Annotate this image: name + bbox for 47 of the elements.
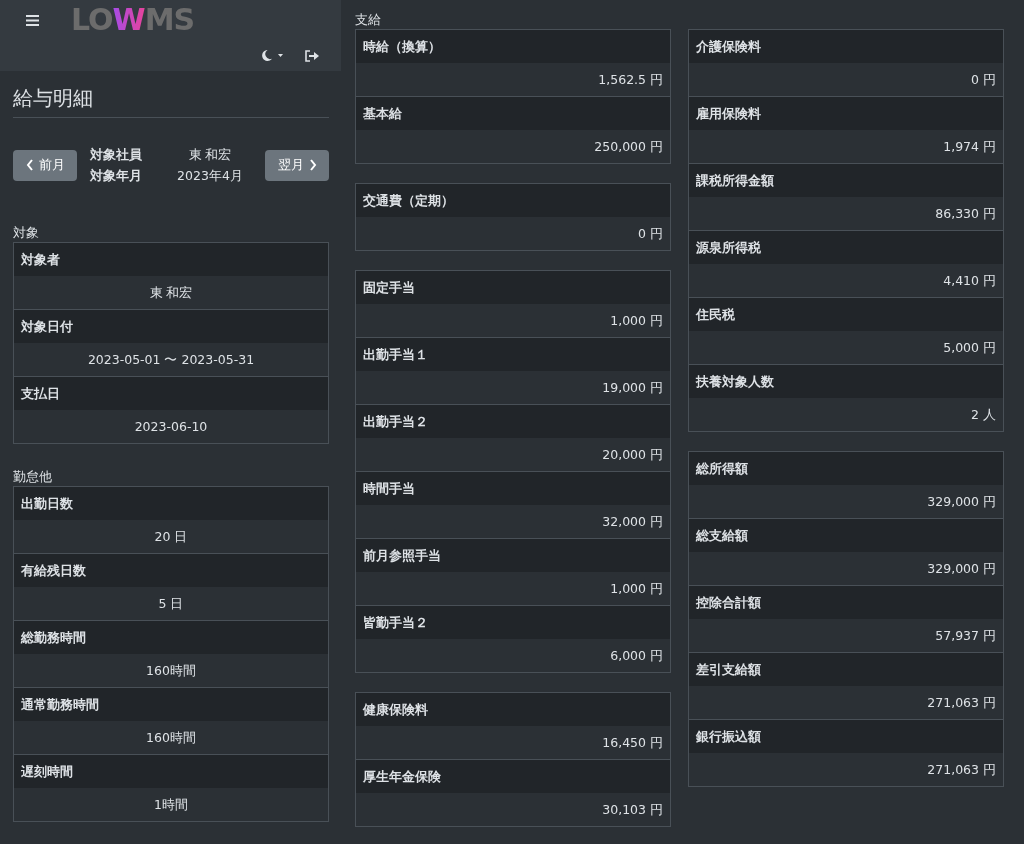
item-label: 時給（換算）	[356, 30, 670, 63]
item-label: 対象日付	[14, 310, 328, 343]
item-label: 健康保険料	[356, 693, 670, 726]
item-label: 総支給額	[689, 519, 1003, 552]
meta-label: 対象年月	[90, 167, 143, 185]
item-label: 出勤日数	[14, 487, 328, 520]
item-label: 雇用保険料	[689, 97, 1003, 130]
logout-icon[interactable]	[305, 49, 319, 62]
item-label: 源泉所得税	[689, 231, 1003, 264]
section-heading: 対象	[13, 224, 40, 242]
item-label: 皆勤手当２	[356, 606, 670, 639]
chevron-left-icon	[25, 159, 34, 171]
section-heading: 支給	[355, 11, 382, 29]
next-month-button[interactable]: 翌月	[265, 149, 329, 181]
item-label: 交通費（定期）	[356, 184, 670, 217]
section-heading: 勤怠他	[13, 468, 53, 486]
previous-month-button[interactable]: 前月	[13, 149, 77, 181]
logo: LOWMS	[71, 1, 195, 39]
item-label: 時間手当	[356, 472, 670, 505]
item-label: 総所得額	[689, 452, 1003, 485]
meta-value: 2023年4月	[176, 167, 244, 185]
moon-icon[interactable]	[261, 49, 272, 62]
meta-value: 東 和宏	[187, 146, 233, 164]
item-label: 基本給	[356, 97, 670, 130]
item-label: 出勤手当１	[356, 338, 670, 371]
item-label: 控除合計額	[689, 586, 1003, 619]
item-label: 差引支給額	[689, 653, 1003, 686]
item-label: 出勤手当２	[356, 405, 670, 438]
item-label: 住民税	[689, 298, 1003, 331]
item-label: 遅刻時間	[14, 755, 328, 788]
item-label: 銀行振込額	[689, 720, 1003, 753]
item-label: 厚生年金保険	[356, 760, 670, 793]
item-label: 有給残日数	[14, 554, 328, 587]
item-label: 支払日	[14, 377, 328, 410]
page-title: 給与明細	[13, 85, 329, 118]
caret-icon[interactable]	[278, 54, 283, 57]
chevron-right-icon	[308, 159, 317, 171]
item-label: 通常勤務時間	[14, 688, 328, 721]
item-label: 介護保険料	[689, 30, 1003, 63]
item-label: 固定手当	[356, 271, 670, 304]
meta-label: 対象社員	[90, 146, 143, 164]
item-label: 扶養対象人数	[689, 365, 1003, 398]
item-label: 総勤務時間	[14, 621, 328, 654]
menu-icon[interactable]	[26, 14, 39, 26]
item-label: 対象者	[14, 243, 328, 276]
item-label: 前月参照手当	[356, 539, 670, 572]
item-label: 課税所得金額	[689, 164, 1003, 197]
